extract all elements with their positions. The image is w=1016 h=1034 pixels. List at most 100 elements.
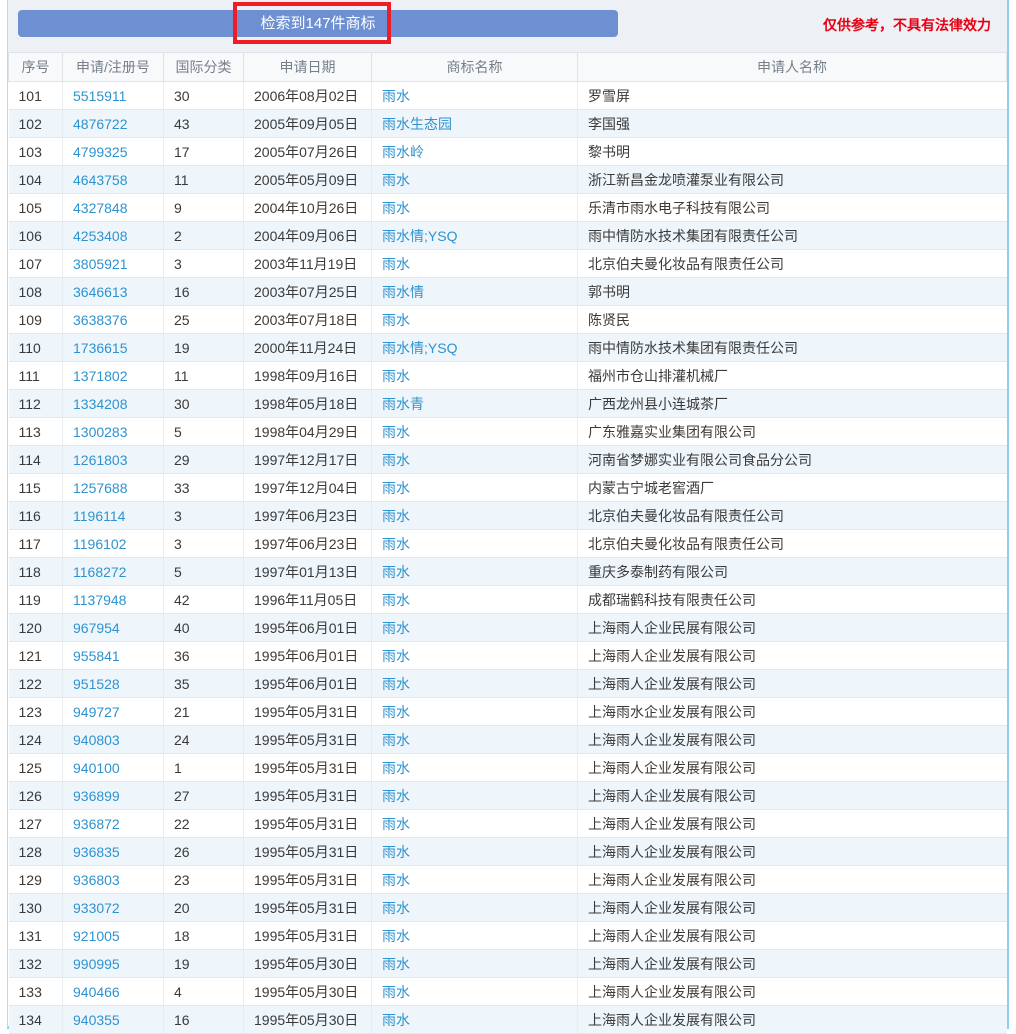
- reg-number-link[interactable]: 936803: [73, 872, 120, 888]
- trademark-name-link[interactable]: 雨水: [382, 452, 410, 468]
- results-table: 序号 申请/注册号 国际分类 申请日期 商标名称 申请人名称 101 5515911 30 20…: [8, 52, 1007, 1034]
- trademark-name-link[interactable]: 雨水: [382, 172, 410, 188]
- class-cell: 11: [163, 165, 244, 194]
- reg-number-cell: 990995: [62, 949, 164, 978]
- class-cell: 3: [163, 529, 244, 558]
- trademark-name-cell: 雨水: [371, 1005, 578, 1034]
- reg-number-link[interactable]: 3638376: [73, 312, 128, 328]
- reg-number-link[interactable]: 940100: [73, 760, 120, 776]
- reg-number-link[interactable]: 4799325: [73, 144, 128, 160]
- trademark-name-link[interactable]: 雨水: [382, 676, 410, 692]
- trademark-name-link[interactable]: 雨水: [382, 564, 410, 580]
- trademark-name-link[interactable]: 雨水: [382, 424, 410, 440]
- result-count-button[interactable]: 检索到147件商标: [18, 10, 618, 37]
- serial-cell: 112: [8, 389, 63, 418]
- reg-number-link[interactable]: 949727: [73, 704, 120, 720]
- reg-number-link[interactable]: 1371802: [73, 368, 128, 384]
- date-cell: 1998年04月29日: [243, 417, 372, 446]
- reg-number-link[interactable]: 1261803: [73, 452, 128, 468]
- reg-number-link[interactable]: 4327848: [73, 200, 128, 216]
- reg-number-link[interactable]: 990995: [73, 956, 120, 972]
- reg-number-link[interactable]: 936835: [73, 844, 120, 860]
- trademark-name-link[interactable]: 雨水: [382, 900, 410, 916]
- trademark-name-link[interactable]: 雨水: [382, 984, 410, 1000]
- serial-cell: 127: [8, 809, 63, 838]
- reg-number-link[interactable]: 967954: [73, 620, 120, 636]
- trademark-name-link[interactable]: 雨水: [382, 704, 410, 720]
- serial-cell: 107: [8, 249, 63, 278]
- trademark-name-cell: 雨水情: [371, 277, 578, 306]
- reg-number-cell: 1196114: [62, 501, 164, 530]
- reg-number-cell: 3646613: [62, 277, 164, 306]
- serial-cell: 105: [8, 193, 63, 222]
- trademark-name-link[interactable]: 雨水: [382, 648, 410, 664]
- reg-number-link[interactable]: 1168272: [73, 564, 126, 580]
- reg-number-link[interactable]: 4876722: [73, 116, 128, 132]
- trademark-name-link[interactable]: 雨水: [382, 508, 410, 524]
- table-row: 106 4253408 2 2004年09月06日 雨水情;YSQ 雨中情防水技术集团有限…: [8, 221, 1007, 250]
- serial-cell: 113: [8, 417, 63, 446]
- reg-number-link[interactable]: 1257688: [73, 480, 128, 496]
- trademark-name-link[interactable]: 雨水: [382, 256, 410, 272]
- trademark-name-link[interactable]: 雨水: [382, 620, 410, 636]
- reg-number-link[interactable]: 936899: [73, 788, 120, 804]
- applicant-cell: 罗雪屏: [577, 81, 1007, 110]
- reg-number-link[interactable]: 1196102: [73, 536, 126, 552]
- reg-number-link[interactable]: 1300283: [73, 424, 128, 440]
- trademark-name-link[interactable]: 雨水: [382, 844, 410, 860]
- serial-cell: 114: [8, 445, 63, 474]
- reg-number-cell: 1137948: [62, 585, 164, 614]
- trademark-name-link[interactable]: 雨水情;YSQ: [382, 340, 457, 356]
- reg-number-link[interactable]: 940803: [73, 732, 120, 748]
- applicant-cell: 上海雨人企业发展有限公司: [577, 809, 1007, 838]
- trademark-name-link[interactable]: 雨水: [382, 816, 410, 832]
- reg-number-link[interactable]: 933072: [73, 900, 120, 916]
- trademark-name-link[interactable]: 雨水情;YSQ: [382, 228, 457, 244]
- trademark-name-link[interactable]: 雨水: [382, 200, 410, 216]
- trademark-name-link[interactable]: 雨水岭: [382, 144, 424, 160]
- reg-number-link[interactable]: 1334208: [73, 396, 128, 412]
- trademark-name-link[interactable]: 雨水: [382, 732, 410, 748]
- trademark-name-cell: 雨水: [371, 837, 578, 866]
- date-cell: 1995年05月31日: [243, 837, 372, 866]
- reg-number-link[interactable]: 955841: [73, 648, 120, 664]
- applicant-cell: 上海雨人企业发展有限公司: [577, 837, 1007, 866]
- trademark-name-link[interactable]: 雨水: [382, 480, 410, 496]
- reg-number-link[interactable]: 1137948: [73, 592, 126, 608]
- trademark-name-link[interactable]: 雨水: [382, 872, 410, 888]
- applicant-cell: 福州市仓山排灌机械厂: [577, 361, 1007, 390]
- reg-number-cell: 967954: [62, 613, 164, 642]
- trademark-name-link[interactable]: 雨水: [382, 368, 410, 384]
- trademark-name-link[interactable]: 雨水青: [382, 396, 424, 412]
- trademark-name-link[interactable]: 雨水: [382, 928, 410, 944]
- class-cell: 16: [163, 1005, 244, 1034]
- trademark-name-link[interactable]: 雨水: [382, 88, 410, 104]
- reg-number-link[interactable]: 1736615: [73, 340, 128, 356]
- trademark-name-cell: 雨水: [371, 921, 578, 950]
- class-cell: 18: [163, 921, 244, 950]
- serial-cell: 104: [8, 165, 63, 194]
- reg-number-link[interactable]: 5515911: [73, 88, 126, 104]
- trademark-name-link[interactable]: 雨水情: [382, 284, 424, 300]
- reg-number-link[interactable]: 936872: [73, 816, 120, 832]
- reg-number-link[interactable]: 1196114: [73, 508, 125, 524]
- reg-number-link[interactable]: 4643758: [73, 172, 128, 188]
- reg-number-link[interactable]: 4253408: [73, 228, 128, 244]
- reg-number-link[interactable]: 3805921: [73, 256, 128, 272]
- trademark-name-cell: 雨水生态园: [371, 109, 578, 138]
- serial-cell: 119: [8, 585, 63, 614]
- reg-number-link[interactable]: 3646613: [73, 284, 128, 300]
- reg-number-link[interactable]: 940466: [73, 984, 120, 1000]
- trademark-name-link[interactable]: 雨水: [382, 312, 410, 328]
- trademark-name-link[interactable]: 雨水: [382, 1012, 410, 1028]
- reg-number-link[interactable]: 940355: [73, 1012, 120, 1028]
- trademark-name-link[interactable]: 雨水: [382, 760, 410, 776]
- trademark-name-link[interactable]: 雨水: [382, 956, 410, 972]
- trademark-name-link[interactable]: 雨水: [382, 788, 410, 804]
- reg-number-link[interactable]: 951528: [73, 676, 120, 692]
- trademark-name-link[interactable]: 雨水: [382, 592, 410, 608]
- table-row: 132 990995 19 1995年05月30日 雨水 上海雨人企业发展有限公司: [8, 949, 1007, 978]
- reg-number-link[interactable]: 921005: [73, 928, 120, 944]
- trademark-name-link[interactable]: 雨水生态园: [382, 116, 452, 132]
- trademark-name-link[interactable]: 雨水: [382, 536, 410, 552]
